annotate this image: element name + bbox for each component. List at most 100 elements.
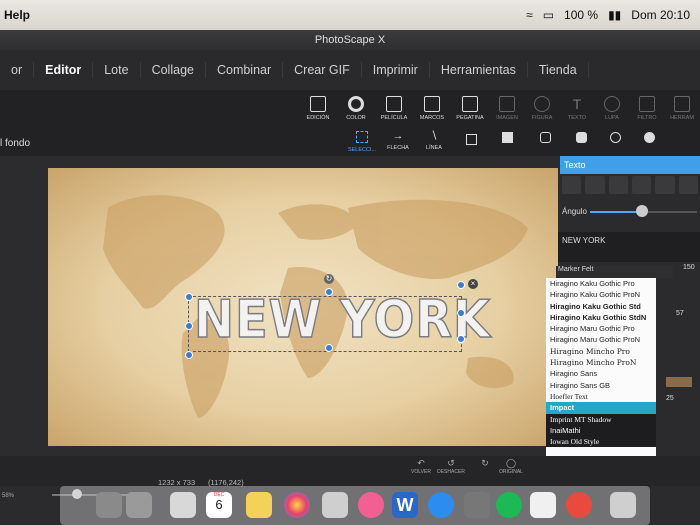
tab-tienda[interactable]: Tienda <box>528 62 589 78</box>
font-option[interactable]: Hiragino Kaku Gothic Pro <box>546 278 656 289</box>
side-value: 25 <box>666 395 674 402</box>
panel-toolbar <box>560 174 700 198</box>
app-icon[interactable] <box>126 492 152 518</box>
text-input[interactable]: NEW YORK <box>558 232 700 262</box>
notes-icon[interactable] <box>246 492 272 518</box>
circle-filled-icon[interactable] <box>644 132 655 143</box>
clock[interactable]: Dom 20:10 <box>631 8 690 22</box>
undo-button[interactable]: ↺ DESHACER <box>436 458 466 475</box>
window-title: PhotoScape X <box>0 30 700 50</box>
tab-crear-gif[interactable]: Crear GIF <box>283 62 362 78</box>
tab-herramientas[interactable]: Herramientas <box>430 62 528 78</box>
font-option[interactable]: Hiragino Mincho Pro <box>546 346 656 357</box>
tool-herramientas[interactable]: HERRAM <box>660 96 700 121</box>
rotate-right-icon[interactable] <box>678 176 698 194</box>
undo-all-button[interactable]: ↶ VOLVER <box>406 458 436 475</box>
settings-icon[interactable] <box>464 492 490 518</box>
tab-combinar[interactable]: Combinar <box>206 62 284 78</box>
wifi-icon[interactable]: ≈ <box>526 8 533 22</box>
duplicate-icon[interactable] <box>585 176 605 194</box>
word-icon[interactable]: W <box>392 492 418 518</box>
tab-lote[interactable]: Lote <box>93 62 141 78</box>
angle-slider-fill[interactable] <box>590 211 642 213</box>
resize-handle-left[interactable] <box>185 322 193 330</box>
rounded-rect-icon[interactable] <box>540 132 551 143</box>
font-option[interactable]: Imprint MT Shadow <box>546 414 656 425</box>
font-option[interactable]: Iowan Old Style <box>546 436 656 447</box>
app-icon[interactable] <box>322 492 348 518</box>
angle-slider-knob[interactable] <box>636 205 648 217</box>
font-option[interactable]: Hiragino Mincho ProN <box>546 357 656 368</box>
main-nav: or Editor Lote Collage Combinar Crear GI… <box>0 50 700 90</box>
text-icon: T <box>572 96 582 112</box>
calendar-icon[interactable]: DEC 6 <box>206 492 232 518</box>
font-option[interactable]: Hiragino Kaku Gothic ProN <box>546 289 656 300</box>
resize-handle-br[interactable] <box>457 335 465 343</box>
font-option[interactable]: Hiragino Maru Gothic Pro <box>546 323 656 334</box>
help-menu[interactable]: Help <box>4 8 30 22</box>
font-option[interactable]: Hoefler Text <box>546 391 656 402</box>
world-map-image[interactable]: NEW YORK ↻ × <box>48 168 558 446</box>
edit-icon <box>310 96 326 112</box>
tab-collage[interactable]: Collage <box>141 62 206 78</box>
subtool-select[interactable]: SELECCI... <box>342 131 382 153</box>
app-store-icon[interactable] <box>428 492 454 518</box>
figure-icon <box>534 96 550 112</box>
sticker-icon <box>462 96 478 112</box>
original-button[interactable]: ◯ ORIGINAL <box>496 458 526 475</box>
circle-outline-icon[interactable] <box>610 132 621 143</box>
resize-handle-bl[interactable] <box>185 351 193 359</box>
rect-filled-icon[interactable] <box>502 132 513 143</box>
font-option[interactable]: Hiragino Maru Gothic ProN <box>546 334 656 345</box>
rounded-rect-filled-icon[interactable] <box>576 132 587 143</box>
subtool-arrow[interactable]: → FLECHA <box>378 130 418 152</box>
app-icon[interactable] <box>170 492 196 518</box>
resize-handle-tl[interactable] <box>185 293 193 301</box>
layer-icon[interactable] <box>631 176 652 194</box>
font-select[interactable]: Marker Felt <box>556 266 673 278</box>
rotate-handle-icon[interactable]: ↻ <box>324 274 334 284</box>
undo-icon: ↺ <box>447 458 455 468</box>
font-option[interactable]: Hiragino Sans GB <box>546 380 656 391</box>
font-option[interactable]: Hiragino Kaku Gothic Std <box>546 301 656 312</box>
tab-partial[interactable]: or <box>0 62 35 78</box>
font-option[interactable]: Hiragino Kaku Gothic StdN <box>546 312 656 323</box>
resize-handle-top[interactable] <box>325 288 333 296</box>
resize-handle-right[interactable] <box>457 309 465 317</box>
original-icon: ◯ <box>505 458 517 468</box>
app-icon[interactable] <box>566 492 592 518</box>
tab-imprimir[interactable]: Imprimir <box>362 62 430 78</box>
resize-handle-bottom[interactable] <box>325 344 333 352</box>
app-icon[interactable] <box>96 492 122 518</box>
font-option[interactable]: Hiragino Sans <box>546 368 656 379</box>
back-arrow-icon: ↶ <box>417 458 425 468</box>
align-icon[interactable] <box>608 176 628 194</box>
delete-object-icon[interactable]: × <box>468 279 478 289</box>
tools-icon <box>674 96 690 112</box>
battery-icon[interactable]: ▮▮ <box>608 8 621 22</box>
photos-icon[interactable] <box>284 492 310 518</box>
arrow-icon: → <box>392 130 404 142</box>
angle-label: Ángulo <box>562 207 587 216</box>
trash-icon[interactable] <box>562 176 582 194</box>
select-icon <box>356 131 368 143</box>
battery-text: 100 % <box>564 8 599 22</box>
font-option[interactable]: InaiMathi <box>546 425 656 436</box>
color-swatch[interactable] <box>666 377 692 387</box>
music-icon[interactable] <box>358 492 384 518</box>
subtool-line[interactable]: ∖ LÍNEA <box>414 131 454 152</box>
rotate-left-icon[interactable] <box>655 176 675 194</box>
side-value: 57 <box>676 310 684 317</box>
font-size-value[interactable]: 150 <box>683 264 695 271</box>
app-icon[interactable] <box>530 492 556 518</box>
canvas-text-object[interactable]: NEW YORK <box>193 289 491 351</box>
font-option-selected[interactable]: Impact <box>546 402 656 414</box>
resize-handle-tr[interactable] <box>457 281 465 289</box>
spotify-icon[interactable] <box>496 492 522 518</box>
airplay-icon[interactable]: ▭ <box>543 8 554 22</box>
angle-slider-track[interactable] <box>642 211 697 213</box>
tab-editor[interactable]: Editor <box>34 62 94 78</box>
trash-dock-icon[interactable] <box>610 492 636 518</box>
rect-outline-icon[interactable] <box>466 134 477 145</box>
magnifier-icon <box>604 96 620 112</box>
